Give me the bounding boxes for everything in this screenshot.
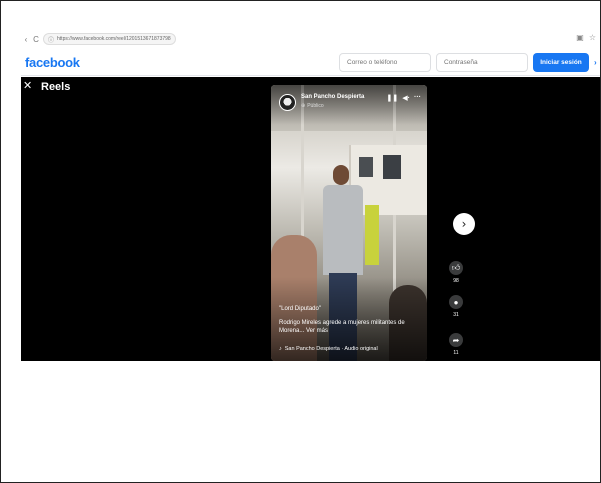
music-note-icon: ♪ <box>279 346 282 352</box>
share-icon[interactable]: ➦ <box>449 333 463 347</box>
reel-video[interactable]: San Pancho Despierta ⊕ Público ❚❚ ◀· ···… <box>271 85 427 361</box>
channel-name[interactable]: San Pancho Despierta <box>301 94 364 100</box>
globe-icon: ⊕ <box>301 103 306 109</box>
email-field[interactable] <box>339 53 431 72</box>
url-text: https://www.facebook.com/reel/1201513671… <box>57 36 171 42</box>
login-button[interactable]: Iniciar sesión <box>533 53 589 72</box>
facebook-header: facebook Iniciar sesión › <box>21 50 600 76</box>
reload-button[interactable]: C <box>31 35 41 44</box>
pause-icon[interactable]: ❚❚ <box>387 94 399 102</box>
video-scene-person <box>365 205 379 265</box>
overflow-icon: › <box>594 58 597 67</box>
bookmark-star-icon[interactable]: ☆ <box>589 33 596 42</box>
video-controls: ❚❚ ◀· ··· <box>387 94 421 102</box>
more-options-icon[interactable]: ··· <box>414 94 421 102</box>
comment-count: 31 <box>453 312 459 318</box>
comment-action[interactable]: ● 31 <box>442 295 470 318</box>
visibility-text: Público <box>307 103 324 109</box>
browser-address-bar: ‹ C ⓘ https://www.facebook.com/reel/1201… <box>21 31 600 47</box>
screenshot-frame: ‹ C ⓘ https://www.facebook.com/reel/1201… <box>0 0 601 483</box>
share-action[interactable]: ➦ 11 <box>442 333 470 356</box>
extensions-icon[interactable]: ▣ <box>576 33 584 42</box>
url-field[interactable]: ⓘ https://www.facebook.com/reel/12015136… <box>43 33 176 45</box>
thumbs-up-icon[interactable]: 👍︎ <box>449 261 463 275</box>
video-scene-window <box>383 155 401 179</box>
login-form: Iniciar sesión › <box>339 53 600 72</box>
like-count: 98 <box>453 278 459 284</box>
facebook-logo[interactable]: facebook <box>25 55 80 70</box>
like-action[interactable]: 👍︎ 98 <box>442 261 470 284</box>
reels-title: Reels <box>41 81 71 93</box>
reels-viewer: ✕ Reels San Pancho Despierta ⊕ Público ❚… <box>21 77 600 361</box>
password-field[interactable] <box>436 53 528 72</box>
browser-actions: ▣ ☆ <box>576 33 596 42</box>
visibility-label: ⊕ Público <box>301 103 324 109</box>
comment-icon[interactable]: ● <box>449 295 463 309</box>
close-icon[interactable]: ✕ <box>23 81 32 92</box>
caption-title: "Lord Diputado" <box>279 306 321 312</box>
audio-text: San Pancho Despierta · Audio original <box>284 346 378 352</box>
share-count: 11 <box>453 350 459 356</box>
audio-info[interactable]: ♪ San Pancho Despierta · Audio original <box>279 346 425 352</box>
back-icon[interactable]: ‹ <box>21 35 31 44</box>
channel-avatar[interactable] <box>279 94 296 111</box>
caption-text[interactable]: Rodrigo Mireles agrede a mujeres militan… <box>279 319 419 335</box>
page-info-icon[interactable]: ⓘ <box>48 35 54 44</box>
next-reel-button[interactable]: › <box>453 213 475 235</box>
volume-icon[interactable]: ◀· <box>402 94 410 102</box>
